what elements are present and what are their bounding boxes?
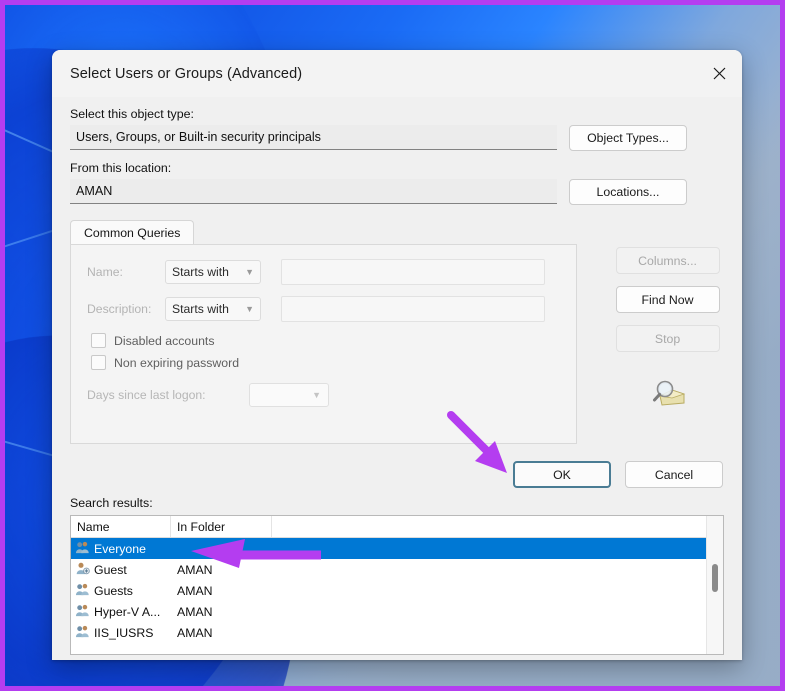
result-name-cell: Everyone: [71, 540, 171, 558]
disabled-accounts-row[interactable]: Disabled accounts: [91, 333, 560, 348]
scrollbar-thumb[interactable]: [712, 564, 718, 592]
column-header-in-folder[interactable]: In Folder: [171, 516, 272, 537]
disabled-accounts-label: Disabled accounts: [114, 333, 215, 348]
chevron-down-icon: ▼: [245, 267, 254, 277]
name-query-row: Name: Starts with ▼: [87, 259, 560, 285]
days-since-last-logon-select[interactable]: ▼: [249, 383, 329, 407]
screen: Select Users or Groups (Advanced) Select…: [0, 0, 785, 691]
search-results-header: Name In Folder: [71, 516, 706, 538]
ok-button[interactable]: OK: [513, 461, 611, 488]
result-name-cell: IIS_IUSRS: [71, 624, 171, 642]
result-name-cell: Hyper-V A...: [71, 603, 171, 621]
close-icon[interactable]: [696, 50, 742, 97]
common-queries-panel: Name: Starts with ▼ Description: Starts …: [70, 244, 578, 444]
result-name-cell: Guests: [71, 582, 171, 600]
search-results-label: Search results:: [70, 496, 153, 510]
group-icon: [75, 540, 90, 558]
search-folder-icon: [650, 378, 686, 411]
result-folder-cell: AMAN: [177, 562, 213, 577]
result-name-cell: Guest: [71, 561, 171, 579]
result-folder-cell: AMAN: [177, 625, 213, 640]
table-row[interactable]: Hyper-V A... AMAN: [71, 601, 706, 622]
description-label: Description:: [87, 302, 152, 316]
dialog-body: Select this object type: Users, Groups, …: [52, 107, 742, 655]
stop-button[interactable]: Stop: [615, 325, 720, 352]
search-results-rows: Everyone Guest AMAN Guests AMAN Hyper-V A... A…: [71, 538, 706, 643]
cancel-button[interactable]: Cancel: [625, 461, 723, 488]
object-type-label: Select this object type:: [70, 107, 194, 121]
column-header-extra[interactable]: [272, 516, 706, 537]
result-name-text: Hyper-V A...: [94, 604, 161, 619]
description-query-row: Description: Starts with ▼: [87, 296, 560, 322]
queries-and-actions: Name: Starts with ▼ Description: Starts …: [70, 244, 724, 444]
group-icon: [75, 582, 90, 600]
result-name-text: Guests: [94, 583, 133, 598]
dialog-title: Select Users or Groups (Advanced): [70, 65, 303, 82]
chevron-down-icon: ▼: [245, 304, 254, 314]
non-expiring-password-row[interactable]: Non expiring password: [91, 355, 560, 370]
result-folder-cell: AMAN: [177, 604, 213, 619]
dialog-title-bar[interactable]: Select Users or Groups (Advanced): [52, 50, 742, 97]
group-icon: [75, 624, 90, 642]
result-name-text: Everyone: [94, 541, 146, 556]
locations-button[interactable]: Locations...: [569, 179, 687, 205]
name-label: Name:: [87, 265, 123, 279]
days-since-last-logon-label: Days since last logon:: [87, 388, 206, 402]
name-input[interactable]: [281, 259, 545, 285]
description-operator-value: Starts with: [172, 302, 229, 316]
object-type-row: Users, Groups, or Built-in security prin…: [70, 125, 724, 151]
location-row: AMAN Locations...: [70, 179, 724, 205]
user-icon: [75, 561, 90, 579]
tab-strip: Common Queries: [70, 218, 724, 244]
result-folder-cell: AMAN: [177, 583, 213, 598]
result-name-text: IIS_IUSRS: [94, 625, 154, 640]
location-value[interactable]: AMAN: [70, 179, 557, 204]
search-results-body: Name In Folder Everyone Guest AMAN Guests AM…: [71, 516, 706, 654]
location-label: From this location:: [70, 161, 172, 175]
table-row[interactable]: IIS_IUSRS AMAN: [71, 622, 706, 643]
tab-common-queries[interactable]: Common Queries: [70, 220, 195, 244]
search-results-list: Name In Folder Everyone Guest AMAN Guests AM…: [70, 515, 724, 655]
columns-button[interactable]: Columns...: [615, 247, 720, 274]
table-row[interactable]: Guests AMAN: [71, 580, 706, 601]
non-expiring-password-checkbox[interactable]: [91, 355, 106, 370]
action-buttons: Columns... Find Now Stop: [577, 244, 724, 444]
chevron-down-icon: ▼: [312, 390, 321, 400]
table-row[interactable]: Guest AMAN: [71, 559, 706, 580]
find-now-button[interactable]: Find Now: [615, 286, 720, 313]
days-since-last-logon-row: Days since last logon: ▼: [87, 383, 560, 407]
name-operator-select[interactable]: Starts with ▼: [165, 260, 261, 284]
search-results-scrollbar[interactable]: [706, 516, 723, 654]
column-header-name[interactable]: Name: [71, 516, 171, 537]
table-row[interactable]: Everyone: [71, 538, 706, 559]
description-input[interactable]: [281, 296, 545, 322]
select-users-or-groups-dialog: Select Users or Groups (Advanced) Select…: [52, 50, 742, 660]
result-name-text: Guest: [94, 562, 127, 577]
object-type-value[interactable]: Users, Groups, or Built-in security prin…: [70, 125, 557, 150]
description-operator-select[interactable]: Starts with ▼: [165, 297, 261, 321]
group-icon: [75, 603, 90, 621]
non-expiring-password-label: Non expiring password: [114, 355, 240, 370]
object-types-button[interactable]: Object Types...: [569, 125, 687, 151]
dialog-action-buttons: OK Cancel: [70, 461, 724, 488]
name-operator-value: Starts with: [172, 265, 229, 279]
disabled-accounts-checkbox[interactable]: [91, 333, 106, 348]
